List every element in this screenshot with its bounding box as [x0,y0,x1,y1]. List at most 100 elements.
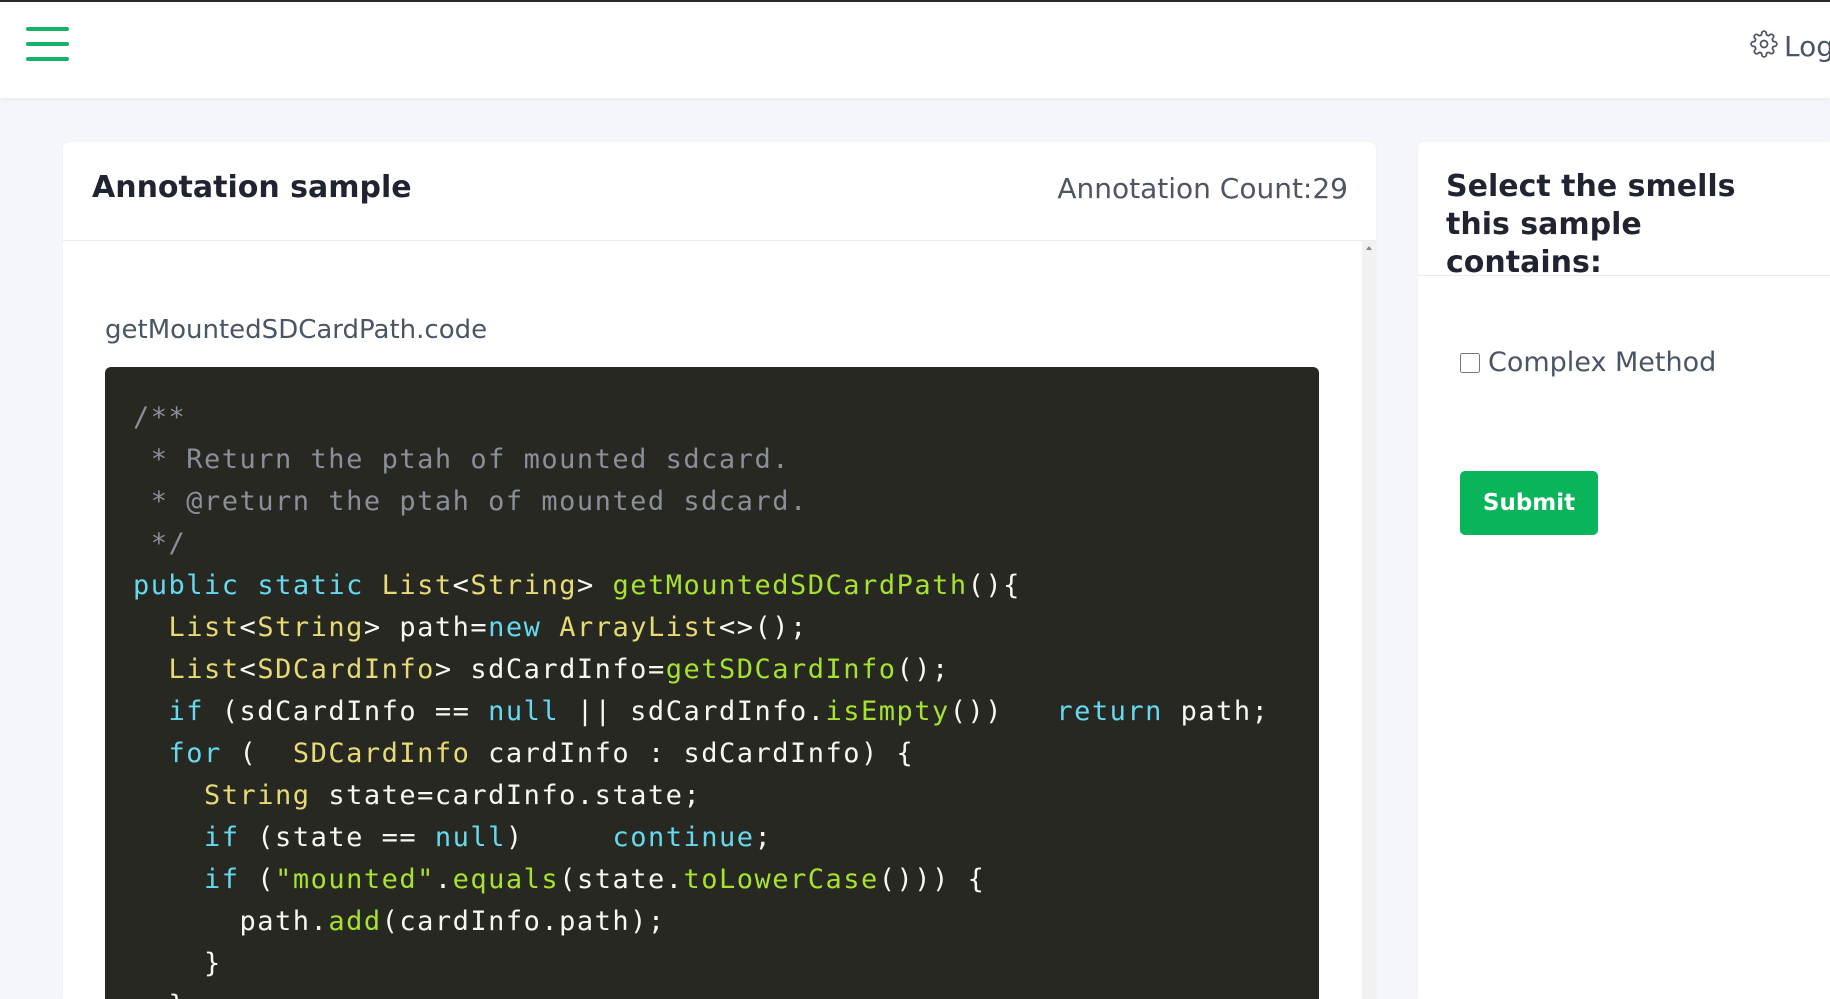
code-token: (sdCardInfo == [204,696,489,727]
logout-link[interactable]: Log [1784,30,1830,63]
code-token: */ [133,528,187,559]
code-token: ArrayList [559,612,720,643]
code-token: String [204,780,311,811]
code-token: state=cardInfo.state; [310,780,702,811]
code-token: ()) [949,696,1057,727]
complex-method-checkbox[interactable] [1460,352,1480,373]
code-line: if (sdCardInfo == null || sdCardInfo.isE… [133,691,1319,733]
code-content: /** * Return the ptah of mounted sdcard.… [105,367,1319,999]
code-token: < [239,612,258,643]
hamburger-menu-icon[interactable] [26,27,69,61]
code-line: public static List<String> getMountedSDC… [133,565,1319,607]
code-token: new [488,612,542,643]
code-token: ( [239,864,276,895]
code-token: toLowerCase [683,864,879,895]
code-token: ; [754,822,773,853]
code-line: } [133,943,1319,985]
code-token: * Return the ptah of mounted sdcard. [133,444,790,475]
code-token: > [576,570,613,601]
code-token: (state == [239,822,435,853]
code-token: if [204,822,240,853]
code-token: static [257,570,364,601]
code-filename: getMountedSDCardPath.code [105,315,488,345]
code-line: if (state == null) continue; [133,817,1319,859]
hamburger-line [26,27,69,31]
code-token: . [434,864,453,895]
code-token: * @return the ptah of mounted sdcard. [133,486,808,517]
code-line: List<String> path=new ArrayList<>(); [133,607,1319,649]
code-token: ())) { [878,864,986,895]
scrollbar[interactable] [1362,241,1376,999]
code-line: String state=cardInfo.state; [133,775,1319,817]
code-token: equals [452,864,560,895]
code-token: getMountedSDCardPath [612,570,968,601]
code-token: path. [133,906,329,937]
code-token: if [204,864,240,895]
smells-header: Select the smells this sample contains: [1418,142,1830,280]
code-token: > sdCardInfo= [434,654,666,685]
code-token: ( [221,738,293,769]
code-line: */ [133,523,1319,565]
code-token: continue [612,822,755,853]
code-token: if [168,696,205,727]
code-token: < [452,570,471,601]
code-token: add [328,906,382,937]
code-token: String [470,570,577,601]
code-line: if ("mounted".equals(state.toLowerCase()… [133,859,1319,901]
card-title: Annotation sample [92,170,412,205]
code-line: * @return the ptah of mounted sdcard. [133,481,1319,523]
code-token: (); [896,654,950,685]
scroll-up-arrow-icon[interactable] [1366,246,1372,250]
code-token: null [488,696,560,727]
code-line: List<SDCardInfo> sdCardInfo=getSDCardInf… [133,649,1319,691]
settings-menu[interactable]: Log [1750,28,1830,64]
card-header: Annotation sample Annotation Count:29 [63,142,1376,241]
code-token: getSDCardInfo [665,654,897,685]
code-token: /** [133,402,187,433]
code-token: null [434,822,506,853]
code-block: /** * Return the ptah of mounted sdcard.… [105,367,1319,999]
smells-selection-card: Select the smells this sample contains: … [1418,142,1830,999]
code-token: < [239,654,258,685]
code-token: cardInfo : sdCardInfo) { [470,738,915,769]
code-token: (){ [967,570,1021,601]
code-token: List [381,570,453,601]
top-navbar: Log [0,0,1830,98]
annotation-count: Annotation Count:29 [1057,172,1348,205]
annotation-sample-card: Annotation sample Annotation Count:29 ge… [63,142,1376,999]
code-line: path.add(cardInfo.path); [133,901,1319,943]
code-token: <>(); [719,612,808,643]
code-token: path; [1162,696,1270,727]
code-token: ) [505,822,613,853]
code-token: SDCardInfo [257,654,435,685]
code-line: /** [133,397,1319,439]
code-token: (cardInfo.path); [381,906,666,937]
code-token: "mounted" [275,864,435,895]
code-token: String [257,612,364,643]
code-token: || sdCardInfo. [559,696,826,727]
code-token: isEmpty [825,696,950,727]
smell-option-label: Complex Method [1488,347,1717,378]
code-line: for ( SDCardInfo cardInfo : sdCardInfo) … [133,733,1319,775]
smells-heading: Select the smells this sample contains: [1446,169,1736,280]
code-token: (state. [559,864,684,895]
code-token: } [133,990,186,999]
gear-icon[interactable] [1750,30,1778,62]
code-line: * Return the ptah of mounted sdcard. [133,439,1319,481]
code-token: SDCardInfo [292,738,471,769]
code-token: public [133,570,240,601]
submit-button[interactable]: Submit [1460,471,1598,535]
code-line: } [133,985,1319,999]
smell-option-complex-method[interactable]: Complex Method [1460,347,1716,378]
hamburger-line [26,57,69,61]
